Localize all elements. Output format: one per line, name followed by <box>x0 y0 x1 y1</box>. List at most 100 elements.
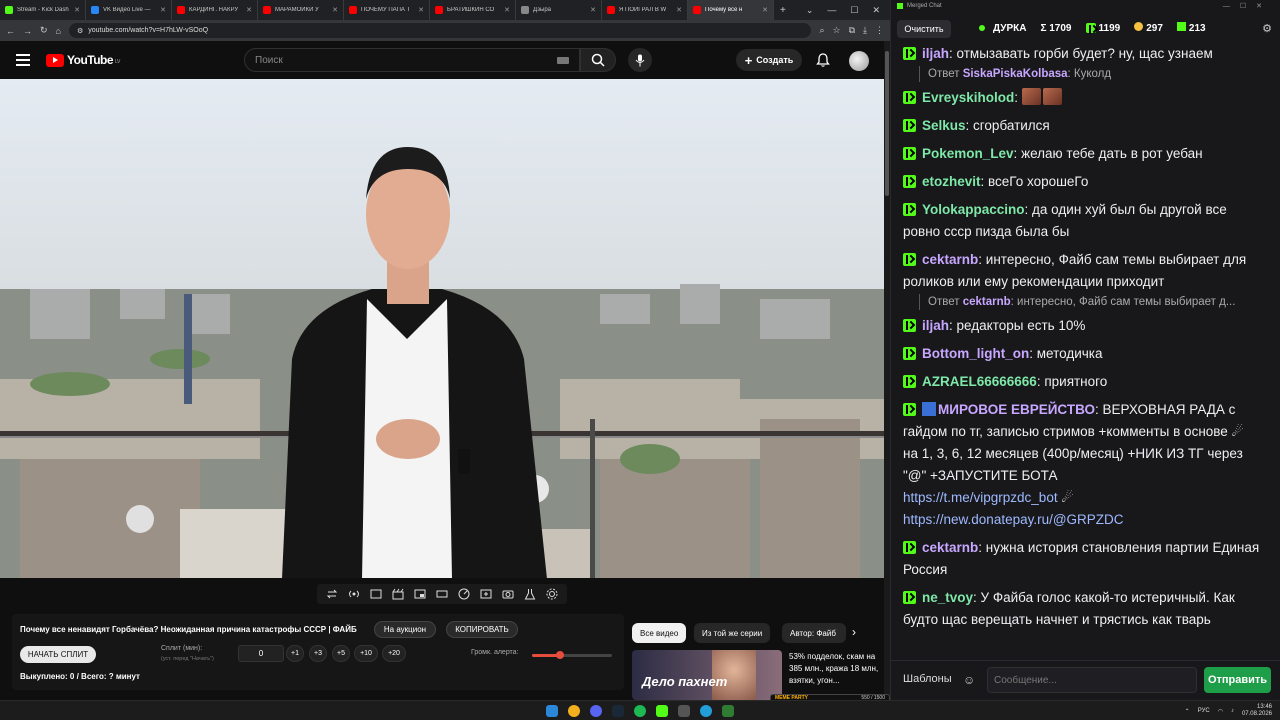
clapper-icon[interactable] <box>391 587 405 601</box>
chip-author[interactable]: Автор: Файб <box>782 623 846 643</box>
close-icon[interactable]: ✕ <box>1256 3 1272 10</box>
broadcast-icon[interactable] <box>347 587 361 601</box>
cinema-mode-icon[interactable] <box>435 587 449 601</box>
maximize-icon[interactable]: ☐ <box>1240 3 1256 10</box>
browser-tab[interactable]: VK Видео Live — ✕ <box>86 0 172 20</box>
maximize-icon[interactable]: ☐ <box>850 5 858 16</box>
subtitle-settings-icon[interactable] <box>369 587 383 601</box>
alert-volume-slider[interactable] <box>532 651 612 659</box>
clear-chat-button[interactable]: Очистить <box>897 20 951 38</box>
donatepay-link[interactable]: https://new.donatepay.ru/@GRPZDC <box>903 512 1124 527</box>
new-tab-button[interactable]: + <box>774 5 792 16</box>
browser-tab[interactable]: Дзыра ✕ <box>516 0 602 20</box>
browser-tab-active[interactable]: Почему все н ✕ <box>688 0 774 20</box>
add-to-queue-icon[interactable] <box>479 587 493 601</box>
picture-in-picture-icon[interactable] <box>413 587 427 601</box>
browser-tab[interactable]: Я ПОИГРАЛ В W ✕ <box>602 0 688 20</box>
close-tab-icon[interactable]: ✕ <box>762 6 768 14</box>
send-button[interactable]: Отправить <box>1204 667 1271 693</box>
templates-button[interactable]: Шаблоны <box>903 673 952 685</box>
clock[interactable]: 13:46 07.08.2026 <box>1242 704 1272 718</box>
home-icon[interactable]: ⌂ <box>56 26 61 36</box>
close-tab-icon[interactable]: ✕ <box>504 6 510 14</box>
search-input[interactable]: Поиск <box>244 48 580 72</box>
chevron-up-icon[interactable]: ⌃ <box>1185 708 1190 715</box>
emoji-smiley-icon[interactable]: ☺ <box>963 673 975 687</box>
notifications-bell-icon[interactable] <box>815 52 831 68</box>
bookmark-star-icon[interactable]: ☆ <box>833 25 841 36</box>
loop-icon[interactable] <box>325 587 339 601</box>
wifi-icon[interactable]: ◠ <box>1218 708 1223 715</box>
close-tab-icon[interactable]: ✕ <box>246 6 252 14</box>
chat-window-title: Merged Chat <box>897 3 942 9</box>
telegram-bot-link[interactable]: https://t.me/vipgrpzdc_bot <box>903 490 1058 505</box>
browser-tab[interactable]: МАРАМОЙКИ У ✕ <box>258 0 344 20</box>
close-tab-icon[interactable]: ✕ <box>74 6 80 14</box>
url-field[interactable]: ⚙ youtube.com/watch?v=H7hLW-vSOoQ <box>68 23 812 38</box>
add-1-button[interactable]: +1 <box>286 645 304 662</box>
flask-icon[interactable] <box>523 587 537 601</box>
chrome-icon[interactable] <box>568 705 580 717</box>
copy-button[interactable]: КОПИРОВАТЬ <box>446 621 518 638</box>
hamburger-menu-icon[interactable] <box>16 54 30 66</box>
browser-tab[interactable]: Stream - Kick Dash ✕ <box>0 0 86 20</box>
platform-icon <box>1134 22 1144 31</box>
close-tab-icon[interactable]: ✕ <box>418 6 424 14</box>
add-20-button[interactable]: +20 <box>382 645 406 662</box>
avatar[interactable] <box>849 51 869 71</box>
chevron-right-icon[interactable]: › <box>852 625 856 639</box>
lang-indicator[interactable]: РУС <box>1198 708 1210 714</box>
kick-app-icon[interactable] <box>656 705 668 717</box>
slider-knob[interactable] <box>556 651 564 659</box>
back-icon[interactable]: ← <box>6 26 15 36</box>
minimize-icon[interactable]: — <box>1223 3 1240 10</box>
gear-icon[interactable] <box>545 587 559 601</box>
forward-icon[interactable]: → <box>23 26 32 36</box>
youtube-logo[interactable]: YouTube LV <box>46 53 120 67</box>
close-icon[interactable]: ✕ <box>872 5 880 16</box>
browser-tab[interactable]: БРАТИШКИН СО ✕ <box>430 0 516 20</box>
browser-tab[interactable]: ПОЧЕМУ ПАПА Т ✕ <box>344 0 430 20</box>
minimize-icon[interactable]: — <box>827 5 836 16</box>
chat-settings-gear-icon[interactable]: ⚙ <box>1262 22 1272 35</box>
chevron-down-icon[interactable]: ⌄ <box>806 5 814 16</box>
start-menu-icon[interactable] <box>546 705 558 717</box>
create-button[interactable]: + Создать <box>736 49 802 71</box>
search-button[interactable] <box>580 48 616 72</box>
recommendation-title[interactable]: 53% подделок, скам на 385 млн., кража 18… <box>789 651 881 687</box>
app-icon[interactable] <box>678 705 690 717</box>
close-tab-icon[interactable]: ✕ <box>590 6 596 14</box>
telegram-icon[interactable] <box>700 705 712 717</box>
split-minutes-input[interactable]: 0 <box>238 645 284 662</box>
zoom-icon[interactable]: ⌕ <box>819 25 824 36</box>
spotify-icon[interactable] <box>634 705 646 717</box>
download-icon[interactable]: ⤓ <box>863 25 867 36</box>
add-10-button[interactable]: +10 <box>354 645 378 662</box>
close-tab-icon[interactable]: ✕ <box>676 6 682 14</box>
steam-icon[interactable] <box>612 705 624 717</box>
voice-search-button[interactable] <box>628 48 652 72</box>
site-info-icon[interactable]: ⚙ <box>77 27 83 35</box>
browser-tab[interactable]: КАРДИНГ. НАКРУ ✕ <box>172 0 258 20</box>
start-split-button[interactable]: НАЧАТЬ СПЛИТ <box>20 646 96 663</box>
chip-same-series[interactable]: Из той же серии <box>694 623 771 643</box>
app-icon[interactable] <box>722 705 734 717</box>
close-tab-icon[interactable]: ✕ <box>160 6 166 14</box>
chat-message-input[interactable]: Сообщение... <box>987 667 1197 693</box>
reload-icon[interactable]: ↻ <box>40 25 48 36</box>
keyboard-icon[interactable] <box>557 56 569 64</box>
close-tab-icon[interactable]: ✕ <box>332 6 338 14</box>
menu-dots-icon[interactable]: ⋮ <box>875 25 884 36</box>
speed-icon[interactable] <box>457 587 471 601</box>
extensions-icon[interactable]: ⧉ <box>849 25 855 36</box>
discord-icon[interactable] <box>590 705 602 717</box>
video-player[interactable] <box>0 79 884 578</box>
volume-icon[interactable]: ♪ <box>1231 708 1234 714</box>
auction-button[interactable]: На аукцион <box>374 621 436 638</box>
recommendation-thumbnail[interactable]: Дело пахнет <box>632 650 782 700</box>
screenshot-camera-icon[interactable] <box>501 587 515 601</box>
scrollbar-thumb[interactable] <box>885 51 889 196</box>
add-5-button[interactable]: +5 <box>332 645 350 662</box>
chip-all-videos[interactable]: Все видео <box>632 623 687 643</box>
add-3-button[interactable]: +3 <box>309 645 327 662</box>
